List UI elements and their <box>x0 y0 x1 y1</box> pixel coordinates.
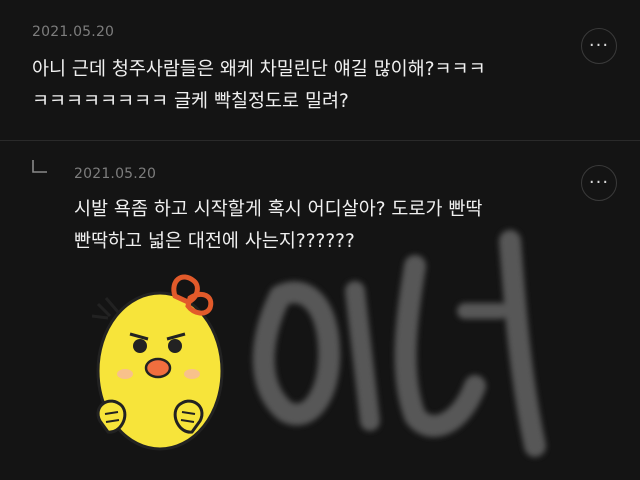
more-dots-icon: ··· <box>588 35 610 56</box>
more-dots-icon: ··· <box>588 172 610 193</box>
more-options-button[interactable]: ··· <box>581 28 617 64</box>
reply-comment-item: 2021.05.20 시발 욕좀 하고 시작할게 혹시 어디살아? 도로가 빤딱… <box>0 141 640 480</box>
angry-chick-sticker-icon <box>91 230 546 457</box>
reply-arrow-icon <box>32 160 47 173</box>
more-options-button[interactable]: ··· <box>581 165 617 201</box>
comment-item: 2021.05.20 아니 근데 청주사람들은 왜케 차밀린단 얘길 많이해?ㅋ… <box>0 0 640 140</box>
comment-date: 2021.05.20 <box>32 24 115 40</box>
comment-date: 2021.05.20 <box>74 166 157 182</box>
comment-text-line-2: ㅋㅋㅋㅋㅋㅋㅋㅋ 글케 빡칠정도로 밀려? <box>32 91 349 112</box>
comment-text-line-1: 아니 근데 청주사람들은 왜케 차밀린단 얘길 많이해?ㅋㅋㅋ <box>32 59 486 80</box>
